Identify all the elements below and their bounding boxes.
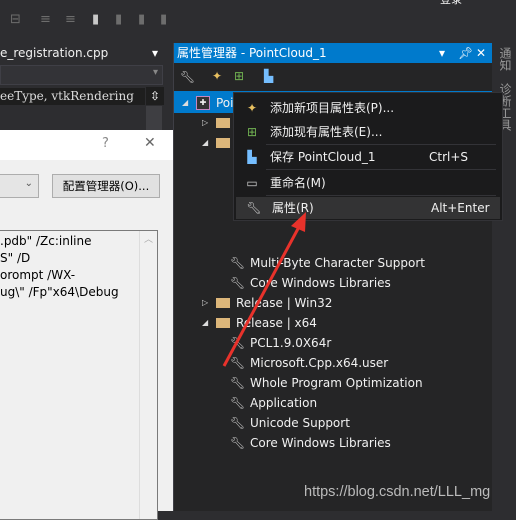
red-arrow-annotation (222, 212, 306, 367)
watermark: https://blog.csdn.net/LLL_mg (304, 484, 491, 500)
